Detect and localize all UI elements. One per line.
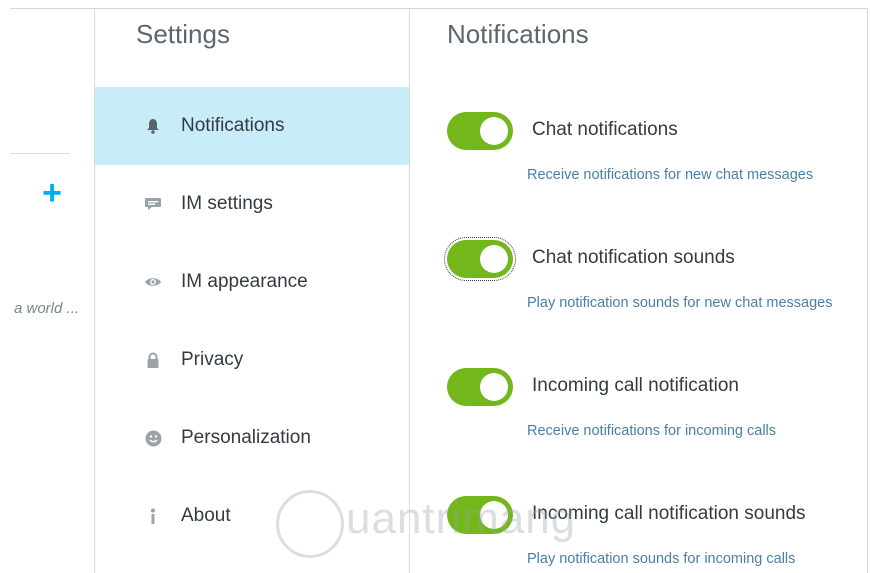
sidebar-item-im-appearance[interactable]: IM appearance — [95, 243, 409, 321]
recent-message-snippet[interactable]: a world ... — [14, 300, 79, 317]
setting-description: Play notification sounds for incoming ca… — [527, 551, 796, 567]
setting-incoming-call-notification: Incoming call notification Receive notif… — [447, 368, 867, 448]
setting-label: Chat notification sounds — [532, 247, 735, 268]
sidebar-item-label: IM appearance — [181, 271, 308, 292]
contacts-strip: + a world ... — [0, 9, 94, 573]
sidebar-item-label: About — [181, 505, 231, 526]
bell-icon — [143, 116, 163, 136]
setting-chat-notifications: Chat notifications Receive notifications… — [447, 112, 867, 192]
plus-icon[interactable]: + — [38, 176, 66, 210]
setting-label: Incoming call notification sounds — [532, 503, 806, 524]
sidebar-item-personalization[interactable]: Personalization — [95, 399, 409, 477]
smiley-icon — [143, 428, 163, 448]
sidebar-title: Settings — [136, 19, 230, 49]
toggle-knob — [480, 245, 508, 273]
lock-icon — [143, 350, 163, 370]
setting-label: Incoming call notification — [532, 375, 739, 396]
toggle-knob — [480, 373, 508, 401]
sidebar-item-label: Notifications — [181, 115, 285, 136]
setting-chat-notification-sounds: Chat notification sounds Play notificati… — [444, 237, 867, 320]
sidebar-item-privacy[interactable]: Privacy — [95, 321, 409, 399]
setting-description: Play notification sounds for new chat me… — [527, 295, 833, 311]
window-right-border — [867, 8, 868, 573]
chat-notification-sounds-toggle[interactable] — [444, 237, 516, 281]
setting-incoming-call-notification-sounds: Incoming call notification sounds Play n… — [447, 496, 867, 573]
sidebar-item-label: Personalization — [181, 427, 311, 448]
chat-bubble-icon — [143, 194, 163, 214]
toggle-knob — [480, 117, 508, 145]
strip-divider — [10, 153, 70, 154]
sidebar-item-label: Privacy — [181, 349, 244, 370]
sidebar-item-about[interactable]: About — [95, 477, 409, 555]
info-icon — [143, 506, 163, 526]
sidebar-item-notifications[interactable]: Notifications — [95, 87, 409, 165]
toggle-knob — [480, 501, 508, 529]
incoming-call-notification-sounds-toggle[interactable] — [447, 496, 513, 534]
notifications-panel: Notifications Chat notifications Receive… — [409, 9, 867, 573]
page-title: Notifications — [447, 19, 589, 49]
sidebar-item-im-settings[interactable]: IM settings — [95, 165, 409, 243]
setting-description: Receive notifications for new chat messa… — [527, 167, 814, 183]
settings-sidebar: Settings Notifications IM settings IM ap… — [94, 9, 410, 573]
eye-icon — [143, 272, 163, 292]
setting-label: Chat notifications — [532, 119, 678, 140]
setting-description: Receive notifications for incoming calls — [527, 423, 777, 439]
incoming-call-notification-toggle[interactable] — [447, 368, 513, 406]
chat-notifications-toggle[interactable] — [447, 112, 513, 150]
sidebar-item-label: IM settings — [181, 193, 273, 214]
